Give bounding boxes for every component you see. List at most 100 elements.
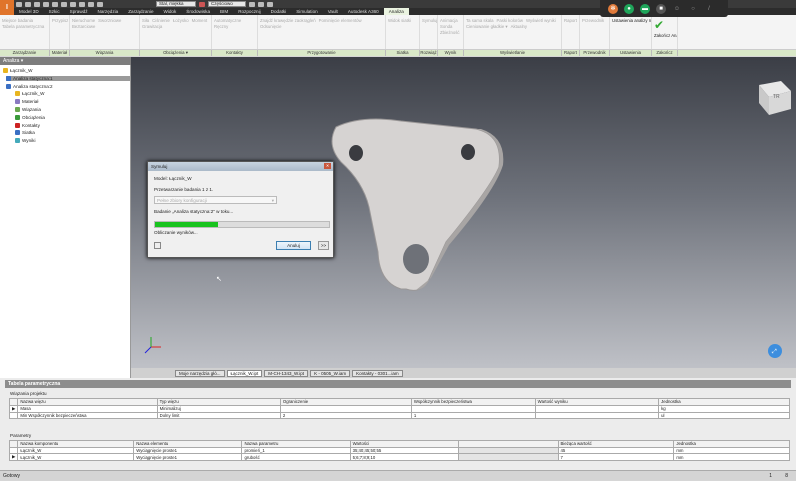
update-icon[interactable] (79, 1, 85, 7)
help-icon[interactable] (154, 242, 161, 249)
tab-6[interactable]: Środowiska (181, 8, 215, 15)
table-row[interactable]: Min Współczynnik bezpieczeństwa Dolny lim… (8, 411, 790, 419)
tree-item[interactable]: Siatka (15, 130, 35, 136)
tree-item[interactable]: Wyniki (15, 138, 36, 144)
table-cell[interactable]: grubość (241, 453, 351, 461)
clear-appearance-icon[interactable] (258, 1, 264, 7)
tab-5[interactable]: Widok (159, 8, 182, 15)
table-cell[interactable] (534, 404, 660, 413)
app-menu-button[interactable]: I (0, 0, 14, 15)
config-select[interactable]: Pełne zbiory konfiguracji ▾ (154, 196, 277, 204)
table-cell[interactable] (410, 404, 536, 413)
ribbon-button[interactable]: Nieruchome (72, 18, 95, 23)
ribbon-button[interactable]: Grawitacja (142, 24, 162, 29)
select-icon[interactable] (70, 1, 76, 7)
ribbon-button[interactable]: Przypisz (52, 18, 68, 23)
ribbon-button[interactable]: Moment (192, 18, 208, 23)
document-tab[interactable]: M-CH-1343_W.ipt (264, 369, 309, 377)
document-tab[interactable]: Moje narzędzia głó... (175, 369, 225, 377)
table-cell[interactable]: mm (673, 453, 790, 461)
tab-8[interactable]: Rozpocznij (233, 8, 265, 15)
ribbon-button[interactable]: Siła (142, 18, 149, 23)
cancel-button[interactable]: Anuluj (276, 241, 311, 250)
sketch-icon[interactable] (97, 1, 103, 7)
table-row[interactable]: ▶ Łącznik_W Wyciągnięcie proste1 grubość 5;6… (8, 453, 790, 461)
ribbon-button[interactable]: Ustawienia analizy naprężeń (612, 18, 651, 23)
save-icon[interactable] (34, 1, 40, 7)
tree-item[interactable]: Łącznik_W (3, 68, 32, 73)
ribbon-button[interactable]: Automatyczne (214, 18, 241, 23)
participants-icon[interactable]: ☺ (672, 4, 682, 14)
navigation-bar[interactable]: ⤢ (768, 344, 782, 358)
redo-icon[interactable] (52, 1, 58, 7)
new-icon[interactable] (16, 1, 22, 7)
tree-item[interactable]: Analiza statyczna:2 (6, 83, 53, 89)
ribbon-button[interactable]: Miejsce badania (2, 18, 33, 23)
table-cell[interactable]: Wyciągnięcie proste1 (133, 453, 243, 461)
document-tab[interactable]: Kontakty - 0301...iam (352, 369, 403, 377)
table-cell[interactable] (279, 404, 412, 413)
ribbon-button[interactable]: Tabela parametryczna (2, 24, 44, 29)
ribbon-button[interactable]: Cieniowanie gładkie ▾ (466, 24, 508, 30)
table-cell[interactable]: Min Współczynnik bezpieczeństwa (17, 411, 158, 419)
pen-icon[interactable]: / (704, 4, 714, 14)
close-icon[interactable]: ✕ (324, 163, 331, 169)
more-button[interactable]: >> (318, 241, 329, 250)
tree-item[interactable]: Kontakty (15, 122, 40, 128)
tree-item[interactable]: Wiązania (15, 107, 41, 112)
home-icon[interactable] (61, 1, 67, 7)
ribbon-button[interactable]: Sonda (440, 24, 452, 29)
ribbon-button[interactable]: Zbieżność (440, 30, 460, 35)
table-cell[interactable] (534, 411, 660, 419)
ribbon-button[interactable]: Raport (564, 18, 577, 23)
table-cell[interactable]: Minimalizuj (156, 404, 281, 413)
ribbon-button[interactable]: Symuluj (422, 18, 437, 23)
table-row[interactable]: ▶ Masa Minimalizuj kg (8, 404, 790, 413)
ribbon-button[interactable]: Zakończ Analiza (654, 33, 677, 38)
tab-10[interactable]: Simulation (291, 8, 322, 15)
table-cell[interactable]: 7 (557, 453, 675, 461)
table-cell[interactable]: 5;6;7;8;9;10 (349, 453, 459, 461)
screen-share-icon[interactable]: ▬ (640, 3, 650, 14)
ribbon-button[interactable]: Ręczny (214, 24, 228, 29)
ribbon-button[interactable]: Beztarciowe (72, 24, 95, 29)
ribbon-button[interactable]: Łożysko (173, 18, 189, 23)
tab-11[interactable]: Vault (323, 8, 343, 15)
ribbon-button[interactable]: Ciśnienie (152, 18, 170, 23)
tab-1[interactable]: Szkic (44, 8, 65, 15)
tree-item[interactable]: Materiał (15, 99, 38, 105)
tree-item[interactable]: Łącznik_W (15, 91, 44, 97)
table-cell[interactable]: ul (658, 411, 790, 419)
tab-7[interactable]: BIM (215, 8, 233, 15)
tree-item[interactable]: Analiza statyczna:1 (6, 75, 134, 81)
table-cell[interactable]: Łącznik_W (17, 453, 135, 461)
table-cell[interactable]: Dolny limit (156, 411, 281, 419)
appearance-select[interactable]: Częściowo (208, 1, 246, 7)
ribbon-button[interactable]: Przewodnik (582, 18, 604, 23)
table-cell[interactable]: 2 (279, 411, 412, 419)
ribbon-button[interactable]: Animacja (440, 18, 458, 23)
ribbon-button[interactable]: Ta sama skala (466, 18, 493, 23)
appearance-icon[interactable] (249, 1, 255, 7)
table-cell[interactable] (457, 453, 559, 461)
viewcube[interactable]: TR (759, 81, 791, 115)
tab-13[interactable]: Analiza (383, 8, 409, 15)
ribbon-button[interactable]: Znajdź krawędzie zaokrągleń (260, 18, 316, 23)
tab-9[interactable]: Dodatki (266, 8, 292, 15)
undo-icon[interactable] (43, 1, 49, 7)
tab-2[interactable]: Sprawdź (65, 8, 93, 15)
tree-item[interactable]: Obciążenia (15, 114, 45, 120)
tab-3[interactable]: Narzędzia (93, 8, 124, 15)
ribbon-button[interactable]: Aktualny (511, 24, 527, 30)
tab-12[interactable]: Autodesk A360 (343, 8, 384, 15)
ribbon-button[interactable]: Odsunięcie (260, 24, 282, 29)
ribbon-button[interactable]: Wyświetl wyniki (526, 18, 556, 23)
document-tab[interactable]: Łącznik_W.ipt (226, 369, 263, 377)
ribbon-button[interactable]: Widok siatki (388, 18, 411, 23)
camera-icon[interactable]: ■ (656, 3, 666, 14)
ribbon-button[interactable]: Pominięcie elementów (319, 18, 362, 23)
table-cell[interactable]: kg (658, 404, 790, 413)
ribbon-button[interactable]: Paski kolorów (496, 18, 523, 23)
chat-icon[interactable]: ○ (688, 4, 698, 14)
tab-0[interactable]: Model 3D (14, 8, 44, 15)
